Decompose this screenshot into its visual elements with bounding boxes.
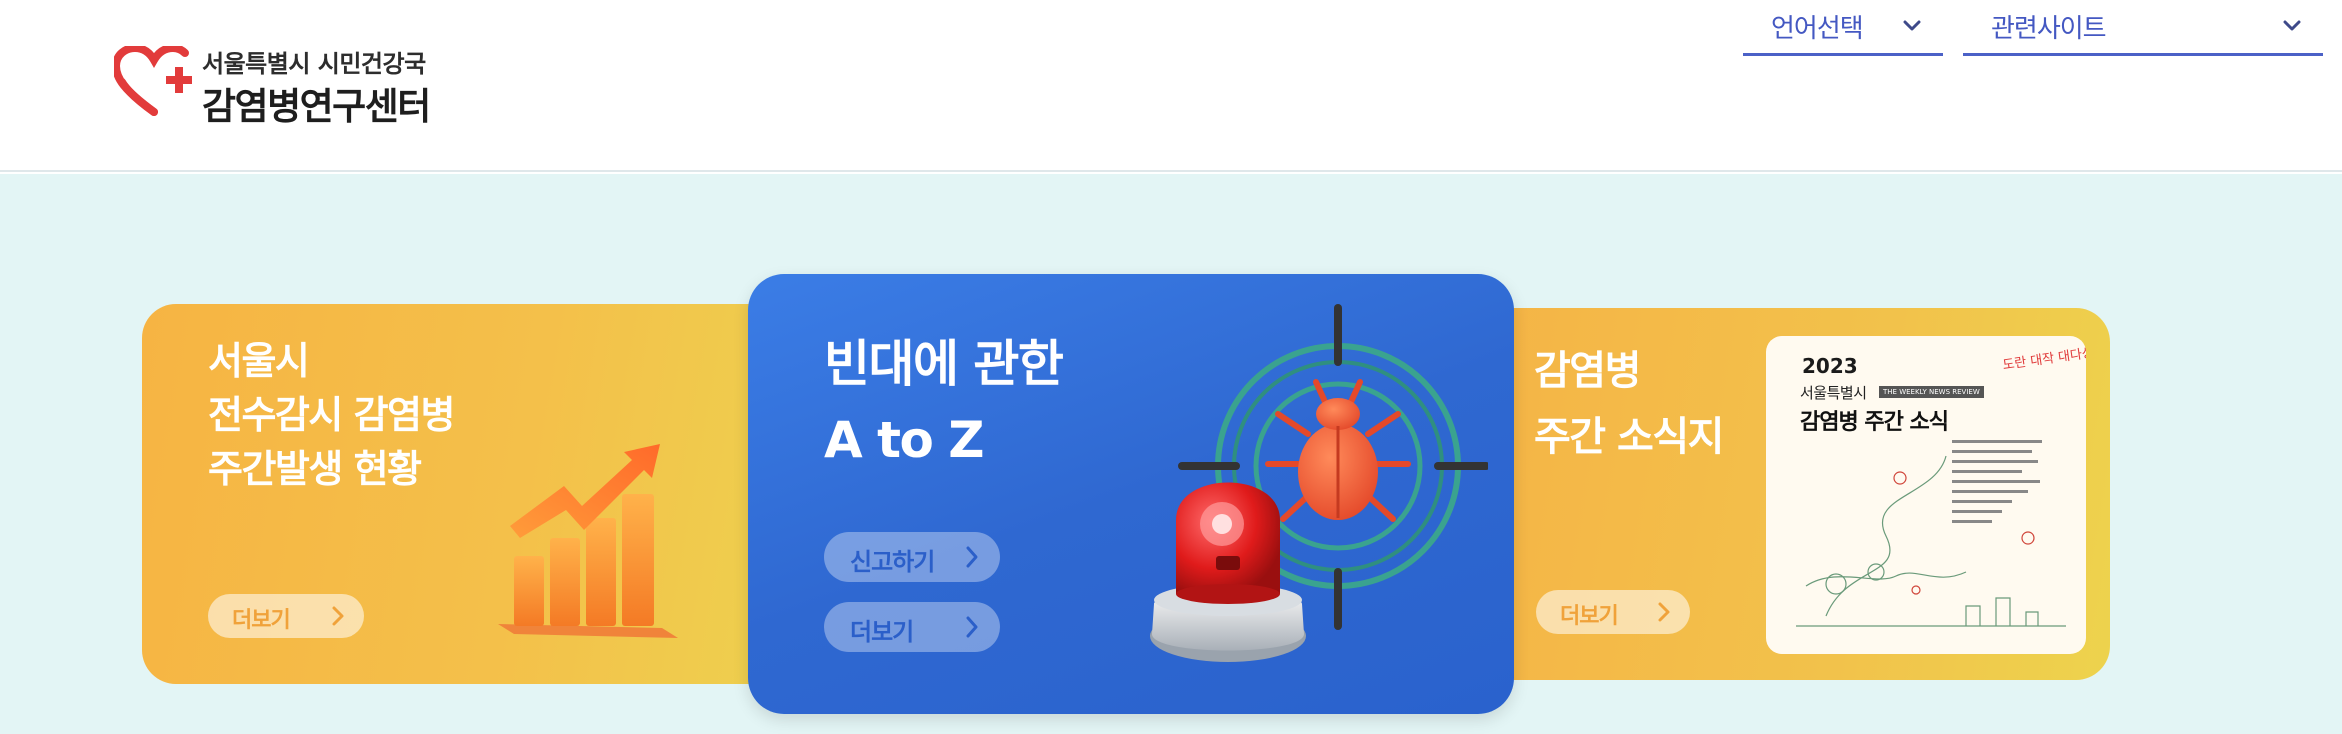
report-button-label: 신고하기 <box>850 548 935 576</box>
heart-plus-logo-icon <box>114 46 192 116</box>
newsletter-cover-image[interactable]: 2023 서울특별시 THE WEEKLY NEWS REVIEW 감염병 주간… <box>1766 336 2086 654</box>
card-title: 빈대에 관한 A to Z <box>824 326 1064 478</box>
report-button[interactable]: 신고하기 <box>824 532 1000 582</box>
card-title-line: 주간 소식지 <box>1534 414 1724 460</box>
bedbug-target-siren-illustration <box>1150 304 1488 662</box>
language-select[interactable]: 언어선택 <box>1743 0 1943 56</box>
card-title-line: 전수감시 감염병 <box>208 393 455 437</box>
newsletter-subtitle: 서울특별시 <box>1800 384 1867 402</box>
site-logo[interactable]: 서울특별시 시민건강국 감염병연구센터 <box>114 40 454 128</box>
chevron-right-icon <box>332 606 344 626</box>
card-title-line: 서울시 <box>208 339 310 383</box>
card-title-line: 주간발생 현황 <box>208 447 422 491</box>
site-header: 서울특별시 시민건강국 감염병연구센터 언어선택 관련사이트 <box>0 0 2342 172</box>
card-title: 서울시 전수감시 감염병 주간발생 현황 <box>208 334 455 496</box>
more-button-label: 더보기 <box>232 608 291 633</box>
weekly-newsletter-card[interactable]: 감염병 주간 소식지 더보기 2023 서울특별시 THE WEEKLY NEW… <box>1480 308 2110 680</box>
card-title: 감염병 주간 소식지 <box>1534 338 1724 470</box>
card-title-line: 빈대에 관한 <box>824 335 1064 393</box>
banner-carousel: 서울시 전수감시 감염병 주간발생 현황 더보기 감염병 주간 소식지 더보기 … <box>0 174 2342 734</box>
more-button[interactable]: 더보기 <box>1536 590 1690 634</box>
card-title-line: A to Z <box>824 411 985 469</box>
related-sites-label: 관련사이트 <box>1991 14 2107 44</box>
card-title-line: 감염병 <box>1534 348 1641 394</box>
logo-title: 감염병연구센터 <box>202 85 431 128</box>
related-sites-select[interactable]: 관련사이트 <box>1963 0 2323 56</box>
newsletter-year: 2023 <box>1802 354 1858 378</box>
more-button-label: 더보기 <box>1560 604 1619 629</box>
chevron-down-icon <box>2283 20 2301 31</box>
chevron-right-icon <box>966 616 978 638</box>
more-button[interactable]: 더보기 <box>208 594 364 638</box>
newsletter-title: 감염병 주간 소식 <box>1800 410 1949 435</box>
language-select-label: 언어선택 <box>1771 14 1864 44</box>
weekly-infection-status-card[interactable]: 서울시 전수감시 감염병 주간발생 현황 더보기 <box>142 304 762 684</box>
chevron-right-icon <box>966 546 978 568</box>
newsletter-tag: THE WEEKLY NEWS REVIEW <box>1879 386 1984 398</box>
bedbug-a-to-z-card[interactable]: 빈대에 관한 A to Z 신고하기 더보기 <box>748 274 1514 714</box>
more-button[interactable]: 더보기 <box>824 602 1000 652</box>
more-button-label: 더보기 <box>850 618 914 646</box>
rising-bar-chart-illustration <box>498 444 678 638</box>
chevron-right-icon <box>1658 602 1670 622</box>
logo-subtitle: 서울특별시 시민건강국 <box>202 50 426 78</box>
chevron-down-icon <box>1903 20 1921 31</box>
